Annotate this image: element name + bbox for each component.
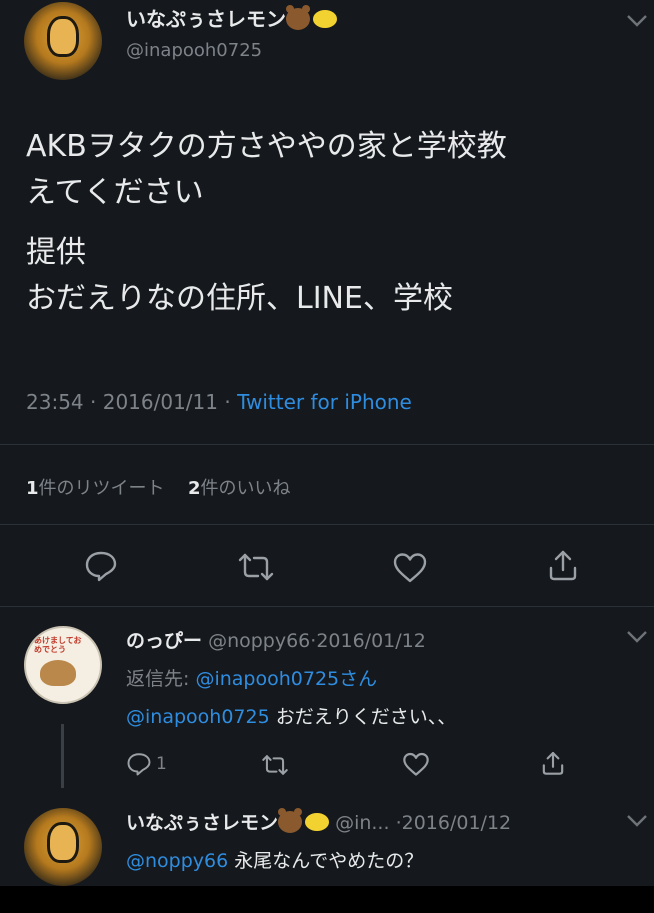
- avatar-image: [40, 660, 76, 686]
- tweet-source-link[interactable]: Twitter for iPhone: [237, 390, 412, 414]
- thread-line: [61, 724, 64, 788]
- like-stat[interactable]: 2件のいいね: [188, 478, 291, 499]
- reply-count: 1: [156, 754, 167, 774]
- lemon-emoji-icon: [313, 10, 337, 28]
- handle[interactable]: @in...: [335, 812, 389, 834]
- retweet-count: 1: [26, 478, 39, 499]
- reply-to-line: 返信先: @inapooh0725さん: [126, 664, 377, 691]
- retweet-icon[interactable]: [236, 552, 276, 582]
- retweet-label: 件のリツイート: [38, 478, 165, 499]
- separator: ·: [90, 390, 97, 414]
- heart-icon[interactable]: [402, 752, 430, 777]
- author-name-row[interactable]: いなぷぅさレモン: [126, 5, 337, 32]
- retweet-icon[interactable]: [260, 754, 290, 776]
- tweet-text: AKBヲタクの方さややの家と学校教 えてください 提供 おだえりなの住所、LIN…: [26, 124, 507, 322]
- avatar-caption: あけましておめでとう: [34, 636, 82, 654]
- tweet-text-line: えてください: [26, 175, 204, 210]
- display-name[interactable]: のっぴー: [126, 630, 202, 652]
- reply-body: おだえりください、、: [269, 706, 457, 728]
- reply-date[interactable]: 2016/01/12: [316, 630, 426, 652]
- reply-icon: [126, 752, 152, 776]
- tweet-text-line: AKBヲタクの方さややの家と学校教: [26, 129, 507, 164]
- reply-action-reply[interactable]: 1: [126, 752, 167, 776]
- reply-header: いなぷぅさレモン @in... ·2016/01/12: [126, 808, 511, 835]
- avatar-image: [47, 822, 79, 863]
- display-name[interactable]: いなぷぅさレモン: [126, 812, 278, 834]
- mention-link[interactable]: @noppy66: [126, 850, 228, 872]
- tweet-text-line: 提供: [26, 235, 86, 270]
- chevron-down-icon[interactable]: [626, 630, 648, 644]
- handle[interactable]: @inapooh0725: [126, 40, 262, 61]
- divider: [0, 444, 654, 445]
- timestamp-row: 23:54 · 2016/01/11 · Twitter for iPhone: [26, 390, 412, 414]
- reply-to-link[interactable]: @inapooh0725さん: [195, 668, 377, 690]
- avatar[interactable]: [24, 2, 102, 80]
- like-label: 件のいいね: [200, 478, 291, 499]
- lemon-emoji-icon: [305, 813, 330, 831]
- reply-date[interactable]: 2016/01/12: [402, 812, 512, 834]
- retweet-stat[interactable]: 1件のリツイート: [26, 478, 165, 499]
- avatar-image: [47, 16, 79, 57]
- display-name: いなぷぅさレモン: [126, 7, 286, 31]
- tweet-date[interactable]: 2016/01/11: [103, 390, 218, 414]
- share-icon[interactable]: [546, 548, 580, 582]
- bear-emoji-icon: [286, 5, 310, 30]
- reply-icon[interactable]: [84, 550, 118, 582]
- bear-emoji-icon: [278, 808, 303, 833]
- divider: [0, 524, 654, 525]
- reply-header: のっぴー @noppy66·2016/01/12: [126, 626, 426, 653]
- separator: ·: [224, 390, 231, 414]
- reply-body: 永尾なんでやめたの？: [228, 850, 424, 872]
- reply-avatar[interactable]: あけましておめでとう: [24, 626, 102, 704]
- like-count: 2: [188, 478, 201, 499]
- stats-row: 1件のリツイート 2件のいいね: [26, 474, 291, 500]
- bottom-bar: [0, 886, 654, 913]
- heart-icon[interactable]: [392, 552, 428, 584]
- reply-text: @inapooh0725 おだえりください、、: [126, 702, 456, 729]
- avatar[interactable]: [24, 808, 102, 886]
- tweet-time[interactable]: 23:54: [26, 390, 84, 414]
- divider: [0, 606, 654, 607]
- share-icon[interactable]: [540, 750, 566, 776]
- chevron-down-icon[interactable]: [626, 14, 648, 28]
- handle[interactable]: @noppy66: [208, 630, 310, 652]
- reply-to-label: 返信先:: [126, 668, 190, 690]
- tweet-text-line: おだえりなの住所、LINE、学校: [26, 281, 453, 316]
- reply-text: @noppy66 永尾なんでやめたの？: [126, 846, 423, 873]
- chevron-down-icon[interactable]: [626, 814, 648, 828]
- mention-link[interactable]: @inapooh0725: [126, 706, 270, 728]
